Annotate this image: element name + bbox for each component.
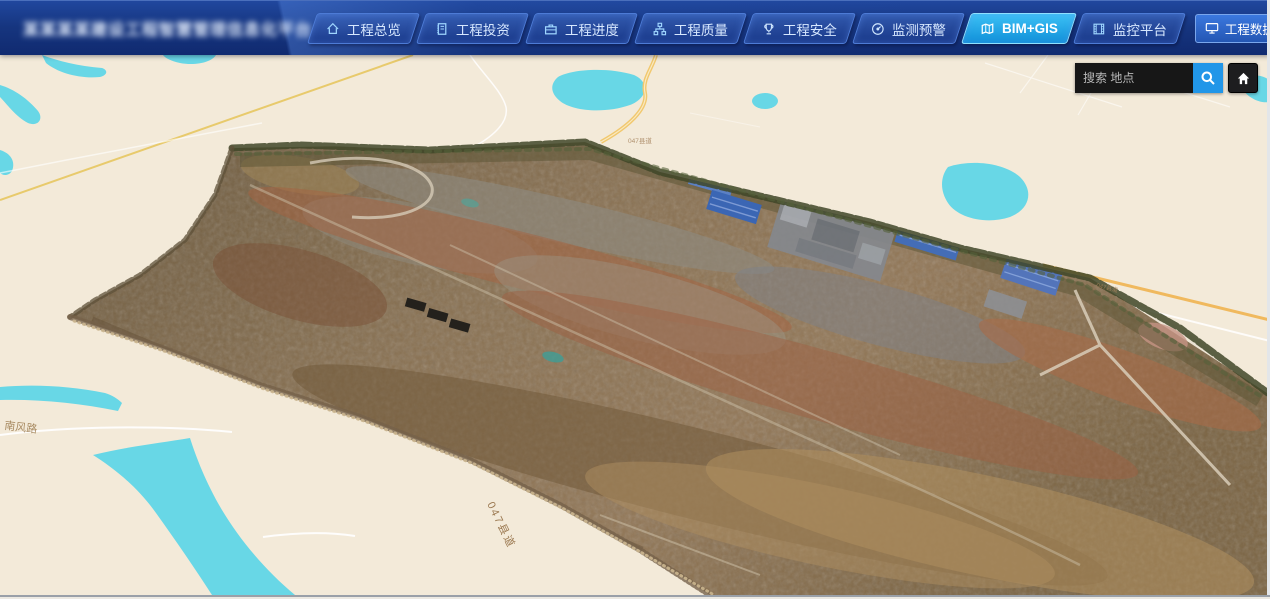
film-icon xyxy=(1092,21,1106,35)
monitor-icon xyxy=(1205,21,1219,35)
search-button[interactable] xyxy=(1193,63,1223,93)
bim-gis-page: 某某某某建设工程智慧管理信息化平台 工程总览 工程投资 工程进度 工程质量 工程… xyxy=(0,0,1270,599)
road-label-top: 047县道 xyxy=(628,136,652,145)
briefcase-icon xyxy=(544,21,558,35)
app-logo: 某某某某建设工程智慧管理信息化平台 xyxy=(14,16,312,40)
top-navigation-bar: 某某某某建设工程智慧管理信息化平台 工程总览 工程投资 工程进度 工程质量 工程… xyxy=(0,0,1270,55)
tab-video-platform[interactable]: 监控平台 xyxy=(1073,13,1186,44)
map-home-button[interactable] xyxy=(1228,63,1258,93)
document-icon xyxy=(435,21,449,35)
tab-project-data-management[interactable]: 工程数据管理 xyxy=(1195,14,1270,43)
tab-project-progress[interactable]: 工程进度 xyxy=(525,13,638,44)
sitemap-icon xyxy=(653,21,667,35)
home-icon xyxy=(326,21,340,35)
search-icon xyxy=(1200,70,1216,86)
search-input[interactable] xyxy=(1075,63,1193,93)
map-3d-viewport[interactable]: 047县道 南风路 047县道 047县道 xyxy=(0,55,1270,595)
tab-project-safety[interactable]: 工程安全 xyxy=(743,13,856,44)
gauge-icon xyxy=(871,21,885,35)
tab-project-quality[interactable]: 工程质量 xyxy=(634,13,747,44)
search-box xyxy=(1075,63,1223,93)
map-canvas: 047县道 南风路 047县道 047县道 xyxy=(0,55,1270,595)
tab-bim-gis[interactable]: BIM+GIS xyxy=(961,13,1077,44)
main-nav: 工程总览 工程投资 工程进度 工程质量 工程安全 监测预警 BIM+GIS 监控… xyxy=(312,13,1270,44)
window-frame-bottom xyxy=(0,595,1270,599)
tab-project-investment[interactable]: 工程投资 xyxy=(416,13,529,44)
trophy-icon xyxy=(762,21,776,35)
map-search-bar xyxy=(1075,63,1258,93)
tab-monitoring-alert[interactable]: 监测预警 xyxy=(852,13,965,44)
tab-project-overview[interactable]: 工程总览 xyxy=(307,13,420,44)
map-icon xyxy=(980,21,995,35)
app-title: 某某某某建设工程智慧管理信息化平台 xyxy=(23,16,312,40)
home-icon xyxy=(1236,71,1251,86)
